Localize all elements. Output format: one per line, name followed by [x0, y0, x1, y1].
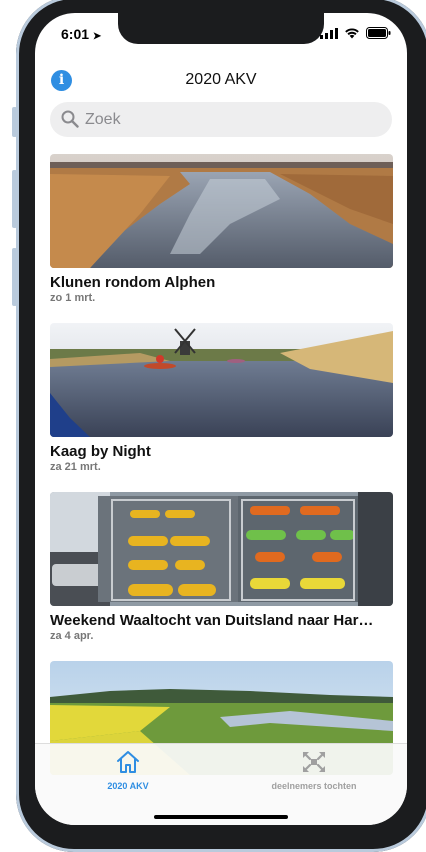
home-icon	[117, 751, 139, 773]
event-card[interactable]: Klunen rondom Alphen zo 1 mrt.	[50, 154, 393, 304]
event-card[interactable]: Kaag by Night za 21 mrt.	[50, 323, 393, 473]
tab-label: 2020 AKV	[107, 781, 149, 791]
app-header: i 2020 AKV	[35, 69, 407, 93]
signal-icon	[320, 27, 338, 39]
event-title: Kaag by Night	[50, 443, 151, 460]
tab-2020-akv[interactable]: 2020 AKV	[35, 750, 221, 791]
tab-label: deelnemers tochten	[271, 781, 357, 791]
event-title: Klunen rondom Alphen	[50, 274, 216, 291]
event-image	[50, 154, 393, 268]
search-bar[interactable]	[50, 102, 392, 137]
wifi-icon	[345, 28, 359, 39]
status-icons	[320, 27, 391, 39]
event-date: za 21 mrt.	[50, 461, 101, 473]
search-input[interactable]	[85, 102, 375, 137]
notch	[118, 13, 324, 44]
expand-arrows-icon	[302, 751, 326, 773]
tab-deelnemers-tochten[interactable]: deelnemers tochten	[221, 750, 407, 791]
event-image	[50, 492, 393, 606]
event-date: zo 1 mrt.	[50, 292, 96, 304]
status-time: 6:01 ➤	[61, 26, 102, 42]
home-indicator[interactable]	[154, 815, 288, 819]
location-arrow-icon: ➤	[92, 31, 102, 42]
event-title: Weekend Waaltocht van Duitsland naar Har…	[50, 612, 374, 629]
battery-icon	[366, 27, 391, 39]
phone-screen: 6:01 ➤ i 2020 AKV Klunen rondom Alphen z…	[35, 13, 407, 825]
event-date: za 4 apr.	[50, 630, 94, 642]
search-icon	[61, 110, 79, 128]
event-card[interactable]: Weekend Waaltocht van Duitsland naar Har…	[50, 492, 393, 642]
tab-bar: 2020 AKV deelnemers tochten	[35, 743, 407, 825]
page-title: 2020 AKV	[185, 71, 257, 88]
event-image	[50, 323, 393, 437]
